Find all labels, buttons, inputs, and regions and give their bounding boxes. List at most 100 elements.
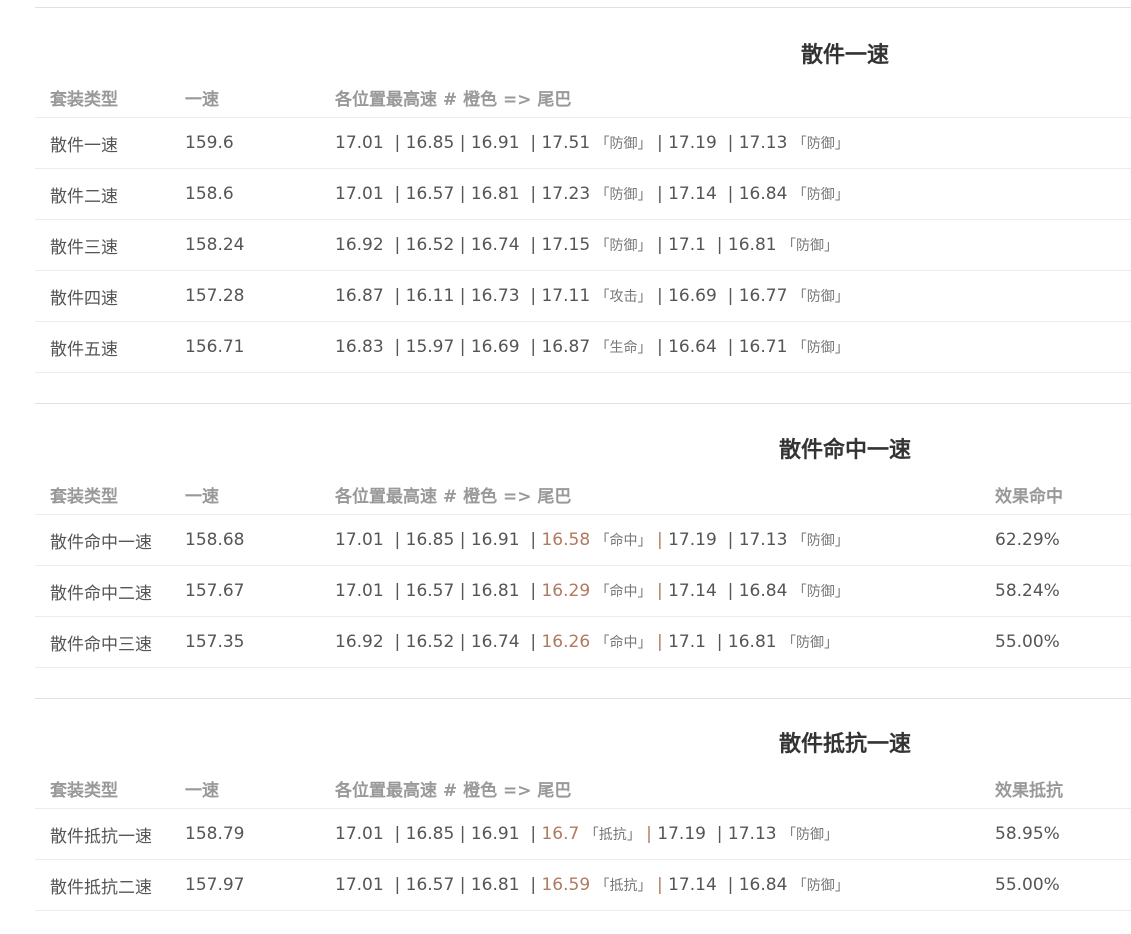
speed-cell: 159.6 — [185, 117, 335, 169]
header-set-type: 套装类型 — [35, 768, 185, 809]
section-title: 散件命中一速 — [778, 438, 911, 463]
effect-cell: 58.95% — [995, 808, 1131, 860]
slot-speed-value: 16.81 — [727, 632, 777, 652]
speed-cell: 158.68 — [185, 514, 335, 566]
separator: | — [454, 286, 471, 306]
slot-speed-value: 17.23 — [541, 184, 591, 204]
slot-speeds-cell: 16.92 | 16.52 | 16.74 | 16.26 「命中」 | 17.… — [335, 616, 995, 668]
slot-speeds-cell: 16.92 | 16.52 | 16.74 | 17.15 「防御」 | 17.… — [335, 219, 995, 271]
separator: | — [519, 133, 542, 153]
table-row: 散件三速 158.24 16.92 | 16.52 | 16.74 | 17.15 … — [35, 219, 1131, 271]
slot-speed-value: 16.91 — [470, 530, 520, 550]
slot-attribute-tag: 「防御」 — [792, 340, 849, 356]
slot-speed-value: 16.84 — [738, 581, 788, 601]
speed-cell: 158.79 — [185, 808, 335, 860]
separator: | — [705, 235, 728, 255]
slot-speed-value: 16.7 — [541, 824, 580, 844]
speed-tables-page: 散件一速 套装类型 一速 各位置最高速 # 橙色 => 尾巴 散件一速 159.6… — [35, 7, 1131, 911]
slot-speed-value: 17.1 — [668, 235, 706, 255]
header-speed: 一速 — [185, 77, 335, 118]
slot-speed-value: 17.01 — [335, 184, 384, 204]
slot-speed-value: 16.57 — [405, 184, 455, 204]
slot-speed-value: 16.81 — [470, 184, 520, 204]
slot-speed-value: 16.64 — [668, 337, 717, 357]
slot-speed-value: 16.84 — [738, 184, 788, 204]
table-row: 散件抵抗一速 158.79 17.01 | 16.85 | 16.91 | 16.7… — [35, 808, 1131, 860]
slot-speed-value: 17.13 — [738, 530, 788, 550]
slot-attribute-tag: 「抵抗」 — [595, 878, 652, 894]
slot-attribute-tag: 「防御」 — [781, 827, 838, 843]
slot-speeds-cell: 17.01 | 16.85 | 16.91 | 16.58 「命中」 | 17.… — [335, 514, 995, 566]
speed-cell: 158.6 — [185, 168, 335, 220]
separator: | — [519, 286, 542, 306]
slot-attribute-tag: 「命中」 — [595, 635, 652, 651]
separator: | — [454, 184, 471, 204]
slot-speed-value: 16.81 — [727, 235, 777, 255]
table-header-row: 套装类型 一速 各位置最高速 # 橙色 => 尾巴 效果抵抗 — [35, 768, 1131, 809]
slot-attribute-tag: 「防御」 — [792, 533, 849, 549]
set-type-cell: 散件三速 — [35, 219, 185, 271]
speed-cell: 157.67 — [185, 565, 335, 617]
separator: | — [383, 581, 406, 601]
speed-cell: 157.97 — [185, 859, 335, 911]
header-set-type: 套装类型 — [35, 474, 185, 515]
slot-speed-value: 16.87 — [541, 337, 591, 357]
speed-cell: 158.24 — [185, 219, 335, 271]
separator: | — [651, 530, 669, 550]
slot-speed-value: 17.01 — [335, 824, 384, 844]
slot-speed-value: 16.84 — [738, 875, 788, 895]
header-empty — [995, 77, 1131, 118]
slot-speed-value: 16.81 — [470, 581, 520, 601]
separator: | — [716, 337, 739, 357]
separator: | — [519, 581, 542, 601]
slot-speed-value: 16.73 — [470, 286, 520, 306]
effect-cell: 62.29% — [995, 514, 1131, 566]
table-row: 散件四速 157.28 16.87 | 16.11 | 16.73 | 17.11 … — [35, 270, 1131, 322]
slot-speed-value: 16.26 — [541, 632, 591, 652]
set-type-cell: 散件四速 — [35, 270, 185, 322]
slot-speed-value: 16.85 — [405, 530, 455, 550]
slot-speeds-cell: 16.87 | 16.11 | 16.73 | 17.11 「攻击」 | 16.… — [335, 270, 995, 322]
set-type-cell: 散件一速 — [35, 117, 185, 169]
slot-speed-value: 16.92 — [335, 235, 384, 255]
separator: | — [651, 337, 669, 357]
slot-speeds-cell: 17.01 | 16.57 | 16.81 | 16.29 「命中」 | 17.… — [335, 565, 995, 617]
separator: | — [454, 581, 471, 601]
slot-speed-value: 17.01 — [335, 875, 384, 895]
slot-attribute-tag: 「防御」 — [781, 238, 838, 254]
slot-speed-value: 16.52 — [405, 235, 455, 255]
set-type-cell: 散件命中一速 — [35, 514, 185, 566]
separator: | — [651, 184, 669, 204]
header-set-type: 套装类型 — [35, 77, 185, 118]
slot-speed-value: 16.74 — [470, 632, 520, 652]
separator: | — [651, 235, 669, 255]
slot-speed-value: 17.01 — [335, 133, 384, 153]
separator: | — [454, 235, 471, 255]
separator: | — [651, 581, 669, 601]
slot-speed-value: 17.13 — [738, 133, 788, 153]
slot-speed-value: 16.69 — [470, 337, 520, 357]
slot-attribute-tag: 「防御」 — [792, 187, 849, 203]
speed-table: 套装类型 一速 各位置最高速 # 橙色 => 尾巴 效果命中 散件命中一速 158… — [35, 474, 1131, 668]
separator: | — [705, 824, 728, 844]
slot-speed-value: 16.83 — [335, 337, 384, 357]
slot-attribute-tag: 「生命」 — [595, 340, 652, 356]
slot-speed-value: 16.91 — [470, 133, 520, 153]
slot-speeds-cell: 16.83 | 15.97 | 16.69 | 16.87 「生命」 | 16.… — [335, 321, 995, 373]
slot-speed-value: 16.85 — [405, 824, 455, 844]
header-effect-resist: 效果抵抗 — [995, 768, 1131, 809]
separator: | — [454, 337, 471, 357]
table-header-row: 套装类型 一速 各位置最高速 # 橙色 => 尾巴 — [35, 77, 1131, 118]
separator: | — [383, 133, 406, 153]
effect-cell: 55.00% — [995, 616, 1131, 668]
separator: | — [716, 530, 739, 550]
slot-speed-value: 17.19 — [657, 824, 706, 844]
slot-speeds-cell: 17.01 | 16.57 | 16.81 | 17.23 「防御」 | 17.… — [335, 168, 995, 220]
section-title: 散件抵抗一速 — [778, 732, 911, 757]
slot-speed-value: 17.19 — [668, 133, 717, 153]
separator: | — [454, 530, 471, 550]
set-type-cell: 散件命中二速 — [35, 565, 185, 617]
speed-table: 套装类型 一速 各位置最高速 # 橙色 => 尾巴 散件一速 159.6 17.01… — [35, 77, 1131, 373]
separator: | — [651, 133, 669, 153]
separator: | — [519, 824, 542, 844]
